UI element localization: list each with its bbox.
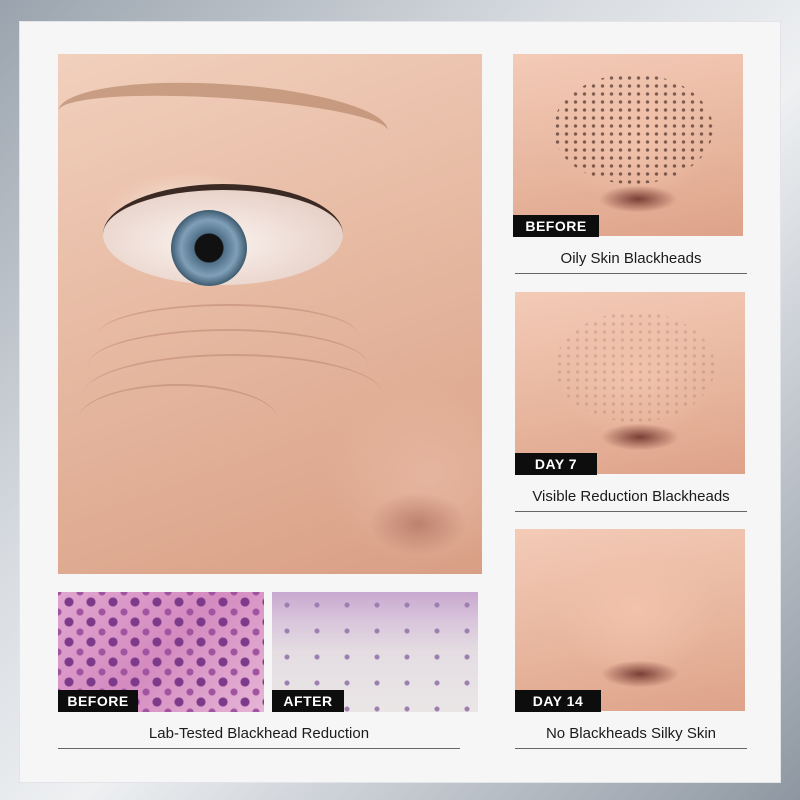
before-tag: BEFORE [513, 215, 599, 237]
comparison-panel: BEFORE Oily Skin Blackheads DAY 7 Visibl… [20, 22, 780, 782]
caption-day14: No Blackheads Silky Skin [515, 725, 747, 749]
day7-tag: DAY 7 [515, 453, 597, 475]
blackhead-pores [553, 74, 713, 184]
day14-tag: DAY 14 [515, 690, 601, 712]
caption-day7: Visible Reduction Blackheads [515, 488, 747, 512]
nose-photo-before [513, 54, 743, 236]
eye-closeup-photo [58, 54, 482, 574]
nose-photo-day7 [515, 292, 745, 474]
caption-before: Oily Skin Blackheads [515, 250, 747, 274]
nose-photo-day14 [515, 529, 745, 711]
caption-lab: Lab-Tested Blackhead Reduction [58, 725, 460, 749]
lab-after-tag: AFTER [272, 690, 344, 712]
eyebrow [58, 72, 391, 170]
lab-before-tag: BEFORE [58, 690, 138, 712]
eye [103, 184, 343, 286]
reduced-pores [555, 312, 715, 422]
iris [171, 210, 247, 286]
